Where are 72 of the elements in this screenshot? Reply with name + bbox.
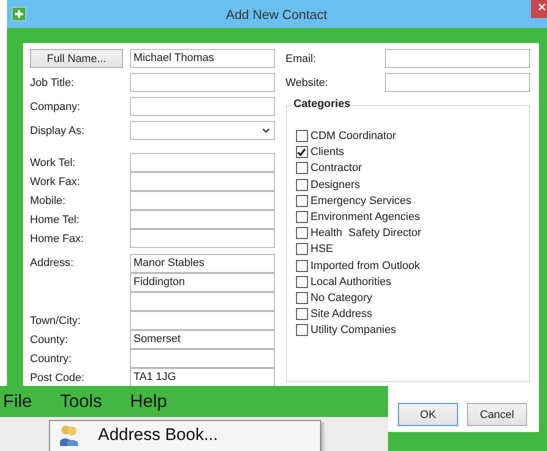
input-field[interactable] bbox=[130, 310, 274, 330]
checkbox[interactable] bbox=[296, 260, 308, 272]
checkbox-label[interactable]: No Category bbox=[310, 292, 372, 304]
checkbox[interactable] bbox=[296, 324, 308, 336]
field-label: Address: bbox=[30, 256, 74, 269]
input-field[interactable]: Michael Thomas bbox=[130, 49, 274, 68]
field-label: County: bbox=[30, 334, 69, 346]
input-field[interactable] bbox=[130, 97, 274, 116]
checkbox-label[interactable]: Designers bbox=[310, 178, 360, 191]
field-label: Work Tel: bbox=[30, 156, 76, 168]
people-icon bbox=[58, 424, 80, 446]
checkbox[interactable] bbox=[296, 162, 308, 174]
input-field[interactable] bbox=[130, 228, 274, 248]
checkbox[interactable] bbox=[296, 146, 308, 158]
checkbox-label[interactable]: Emergency Services bbox=[310, 194, 412, 207]
field-label: Email: bbox=[286, 52, 318, 64]
menu-item[interactable]: Help bbox=[130, 391, 168, 412]
plus-icon bbox=[12, 7, 26, 21]
close-icon[interactable] bbox=[531, 0, 547, 18]
checkbox-label[interactable]: Local Authorities bbox=[310, 276, 392, 288]
dropdown-field[interactable] bbox=[130, 121, 274, 140]
dialog-button[interactable]: OK bbox=[398, 403, 458, 426]
field-label: Mobile: bbox=[30, 194, 66, 206]
checkbox[interactable] bbox=[296, 292, 308, 304]
checkbox[interactable] bbox=[296, 178, 308, 191]
input-field[interactable] bbox=[385, 49, 530, 68]
checkbox[interactable] bbox=[296, 276, 308, 288]
checkbox-label[interactable]: Environment Agencies bbox=[310, 211, 420, 224]
chevron-down-icon bbox=[262, 128, 270, 133]
menu-item[interactable]: File bbox=[3, 391, 32, 412]
input-field[interactable] bbox=[130, 348, 274, 368]
field-label: Home Tel: bbox=[30, 214, 80, 226]
field-label: Town/City: bbox=[30, 314, 82, 326]
checkbox[interactable] bbox=[296, 243, 308, 256]
menu-item[interactable]: Address Book... bbox=[50, 421, 320, 449]
field-label: Company: bbox=[30, 100, 82, 112]
input-field[interactable] bbox=[130, 292, 274, 310]
field-label: Post Code: bbox=[30, 372, 86, 384]
menu-item[interactable]: Tools bbox=[60, 391, 102, 412]
dialog-button[interactable]: Cancel bbox=[467, 403, 527, 426]
checkbox-label[interactable]: Contractor bbox=[310, 162, 362, 174]
checkbox[interactable] bbox=[296, 227, 308, 240]
checkbox[interactable] bbox=[296, 130, 308, 142]
checkbox[interactable] bbox=[296, 211, 308, 224]
input-field[interactable] bbox=[130, 73, 274, 92]
input-field[interactable] bbox=[130, 153, 274, 172]
full-name-button[interactable]: Full Name... bbox=[30, 49, 123, 68]
checkbox-label[interactable]: Site Address bbox=[310, 308, 372, 320]
field-label: Work Fax: bbox=[30, 176, 81, 188]
group-title: Categories bbox=[292, 98, 352, 110]
input-field[interactable] bbox=[130, 190, 274, 210]
field-label: Display As: bbox=[30, 124, 86, 136]
checkbox-label[interactable]: CDM Coordinator bbox=[310, 130, 396, 142]
field-label: Country: bbox=[30, 352, 73, 364]
checkbox[interactable] bbox=[296, 308, 308, 320]
checkbox-label[interactable]: Health Safety Director bbox=[310, 227, 422, 240]
input-field[interactable]: Somerset bbox=[130, 330, 274, 348]
checkbox[interactable] bbox=[296, 194, 308, 207]
input-field[interactable]: TA1 1JG bbox=[130, 368, 274, 386]
field-label: Website: bbox=[286, 76, 330, 88]
input-field[interactable] bbox=[130, 210, 274, 228]
checkbox-label[interactable]: Clients bbox=[310, 146, 344, 158]
input-field[interactable] bbox=[130, 172, 274, 190]
checkbox-label[interactable]: Utility Companies bbox=[310, 324, 396, 336]
field-label: Job Title: bbox=[30, 76, 76, 88]
input-field[interactable]: Fiddington bbox=[130, 272, 274, 292]
checkbox-label[interactable]: HSE bbox=[310, 243, 334, 256]
input-field[interactable]: Manor Stables bbox=[130, 254, 274, 273]
checkbox-label[interactable]: Imported from Outlook bbox=[310, 260, 420, 272]
window-title: Add New Contact bbox=[224, 6, 328, 22]
field-label: Home Fax: bbox=[30, 232, 85, 244]
input-field[interactable] bbox=[385, 73, 530, 92]
